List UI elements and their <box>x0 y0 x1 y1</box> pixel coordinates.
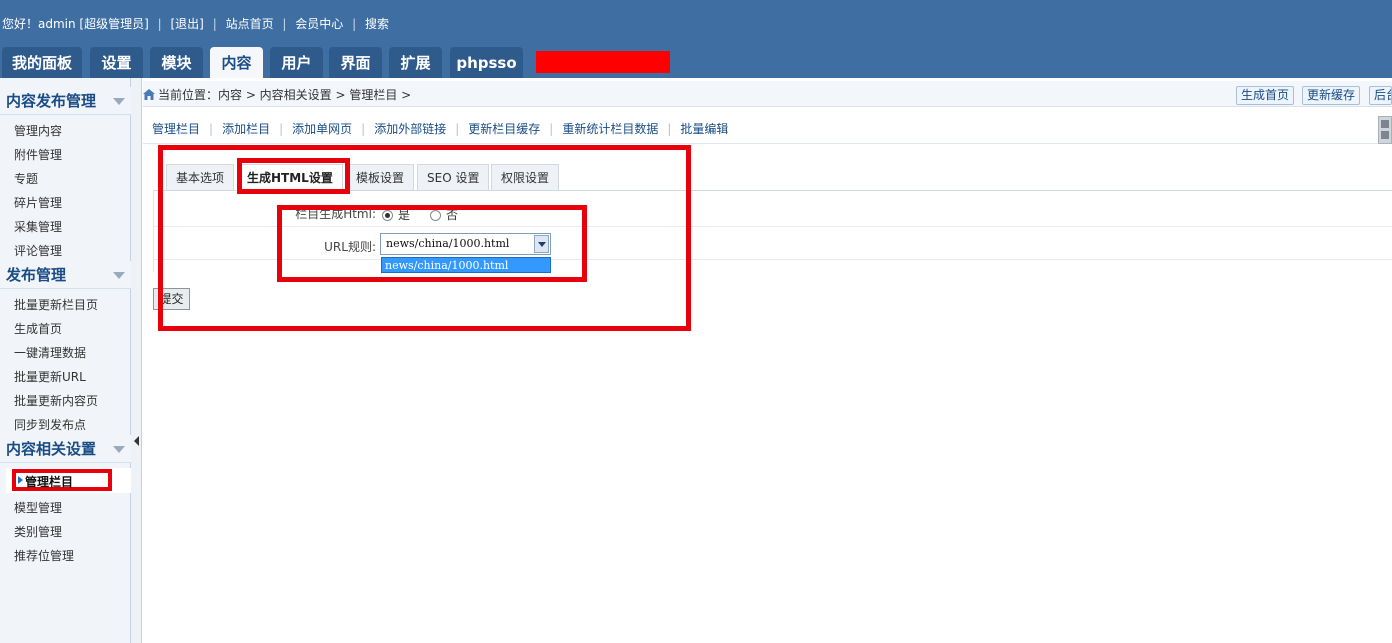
subnav-update-cache[interactable]: 更新栏目缓存 <box>468 122 540 136</box>
sidebar-item-models[interactable]: 模型管理 <box>14 499 62 517</box>
annotation-box <box>277 205 587 282</box>
redaction-mark <box>536 51 670 73</box>
subnav-recount-data[interactable]: 重新统计栏目数据 <box>562 122 658 136</box>
tab-users[interactable]: 用户 <box>270 47 323 78</box>
update-cache-button[interactable]: 更新缓存 <box>1302 86 1361 105</box>
pointer-arrow-icon <box>18 476 23 484</box>
sidebar-item-sync-publish[interactable]: 同步到发布点 <box>14 416 86 434</box>
sidebar-item-update-category-pages[interactable]: 批量更新栏目页 <box>14 296 98 314</box>
annotation-box <box>237 158 350 194</box>
collapse-arrow-icon <box>134 436 139 446</box>
subnav-add-external-link[interactable]: 添加外部链接 <box>374 122 446 136</box>
home-icon <box>143 89 155 100</box>
subnav-add-category[interactable]: 添加栏目 <box>222 122 270 136</box>
separator: | <box>209 122 214 136</box>
main-content: 当前位置：内容 > 内容相关设置 > 管理栏目 > 生成首页 更新缓存 后台 管… <box>143 78 1392 643</box>
sidebar-section-content-settings[interactable]: 内容相关设置 <box>0 435 131 463</box>
greeting-text: 您好！admin [超级管理员] <box>2 17 149 31</box>
separator: | <box>455 122 460 136</box>
breadcrumb-text: 当前位置：内容 > 内容相关设置 > 管理栏目 > <box>158 88 412 102</box>
tab-modules[interactable]: 模块 <box>150 47 203 78</box>
sidebar-item-generate-home[interactable]: 生成首页 <box>14 320 62 338</box>
subnav-batch-edit[interactable]: 批量编辑 <box>680 122 728 136</box>
separator: | <box>157 17 162 31</box>
sub-navigation: 管理栏目 | 添加栏目 | 添加单网页 | 添加外部链接 | 更新栏目缓存 | 重新统计栏目数据 | 批… <box>152 120 728 138</box>
sidebar-section-title: 内容相关设置 <box>6 440 97 458</box>
separator: | <box>279 122 284 136</box>
top-user-bar: 您好！admin [超级管理员] | [退出] | 站点首页 | 会员中心 | … <box>2 15 389 33</box>
subnav-manage-categories[interactable]: 管理栏目 <box>152 122 200 136</box>
subnav-add-page[interactable]: 添加单网页 <box>292 122 352 136</box>
left-sidebar: 内容发布管理 管理内容 附件管理 专题 碎片管理 采集管理 评论管理 发布管理 … <box>0 78 131 643</box>
chevron-down-icon <box>113 446 125 453</box>
logout-link[interactable]: [退出] <box>170 15 203 33</box>
sidebar-item-blocks[interactable]: 碎片管理 <box>14 194 62 212</box>
tab-content[interactable]: 内容 <box>210 47 263 78</box>
sidebar-item-positions[interactable]: 推荐位管理 <box>14 547 74 565</box>
tab-my-panel[interactable]: 我的面板 <box>2 47 82 78</box>
sidebar-section-title: 发布管理 <box>6 266 67 284</box>
sidebar-item-attachments[interactable]: 附件管理 <box>14 146 62 164</box>
sidebar-section-title: 内容发布管理 <box>6 92 97 110</box>
site-home-link[interactable]: 站点首页 <box>226 15 274 33</box>
generate-home-button[interactable]: 生成首页 <box>1236 86 1295 105</box>
chevron-down-icon <box>113 272 125 279</box>
separator: | <box>352 17 357 31</box>
tab-extensions[interactable]: 扩展 <box>389 47 442 78</box>
separator: | <box>361 122 366 136</box>
sidebar-section-content-publish[interactable]: 内容发布管理 <box>0 87 131 115</box>
tab-phpsso[interactable]: phpsso <box>450 47 523 78</box>
sidebar-item-clean-data[interactable]: 一键清理数据 <box>14 344 86 362</box>
search-link[interactable]: 搜索 <box>365 15 389 33</box>
sidebar-item-manage-categories[interactable]: 管理栏目 <box>6 468 131 493</box>
breadcrumb-bar: 当前位置：内容 > 内容相关设置 > 管理栏目 > 生成首页 更新缓存 后台 <box>143 81 1392 107</box>
sidebar-collapse-bar[interactable] <box>131 78 142 643</box>
member-center-link[interactable]: 会员中心 <box>295 15 343 33</box>
breadcrumb: 当前位置：内容 > 内容相关设置 > 管理栏目 > <box>143 86 411 104</box>
separator: | <box>212 17 217 31</box>
sidebar-item-comments[interactable]: 评论管理 <box>14 242 62 260</box>
sidebar-section-publish[interactable]: 发布管理 <box>0 261 131 289</box>
chevron-down-icon <box>113 98 125 105</box>
tab-settings[interactable]: 设置 <box>90 47 143 78</box>
separator: | <box>549 122 554 136</box>
divider <box>143 143 1392 144</box>
sidebar-item-types[interactable]: 类别管理 <box>14 523 62 541</box>
top-header: 您好！admin [超级管理员] | [退出] | 站点首页 | 会员中心 | … <box>0 0 1392 78</box>
sidebar-item-collection[interactable]: 采集管理 <box>14 218 62 236</box>
separator: | <box>667 122 672 136</box>
sidebar-item-manage-content[interactable]: 管理内容 <box>14 122 62 140</box>
sidebar-item-label: 管理栏目 <box>25 475 74 489</box>
separator: | <box>282 17 287 31</box>
scrollbar[interactable] <box>1378 116 1392 144</box>
sidebar-item-update-content-pages[interactable]: 批量更新内容页 <box>14 392 98 410</box>
tab-interface[interactable]: 界面 <box>329 47 382 78</box>
sidebar-item-topics[interactable]: 专题 <box>14 170 38 188</box>
backend-button[interactable]: 后台 <box>1369 86 1392 105</box>
sidebar-item-update-url[interactable]: 批量更新URL <box>14 368 86 386</box>
